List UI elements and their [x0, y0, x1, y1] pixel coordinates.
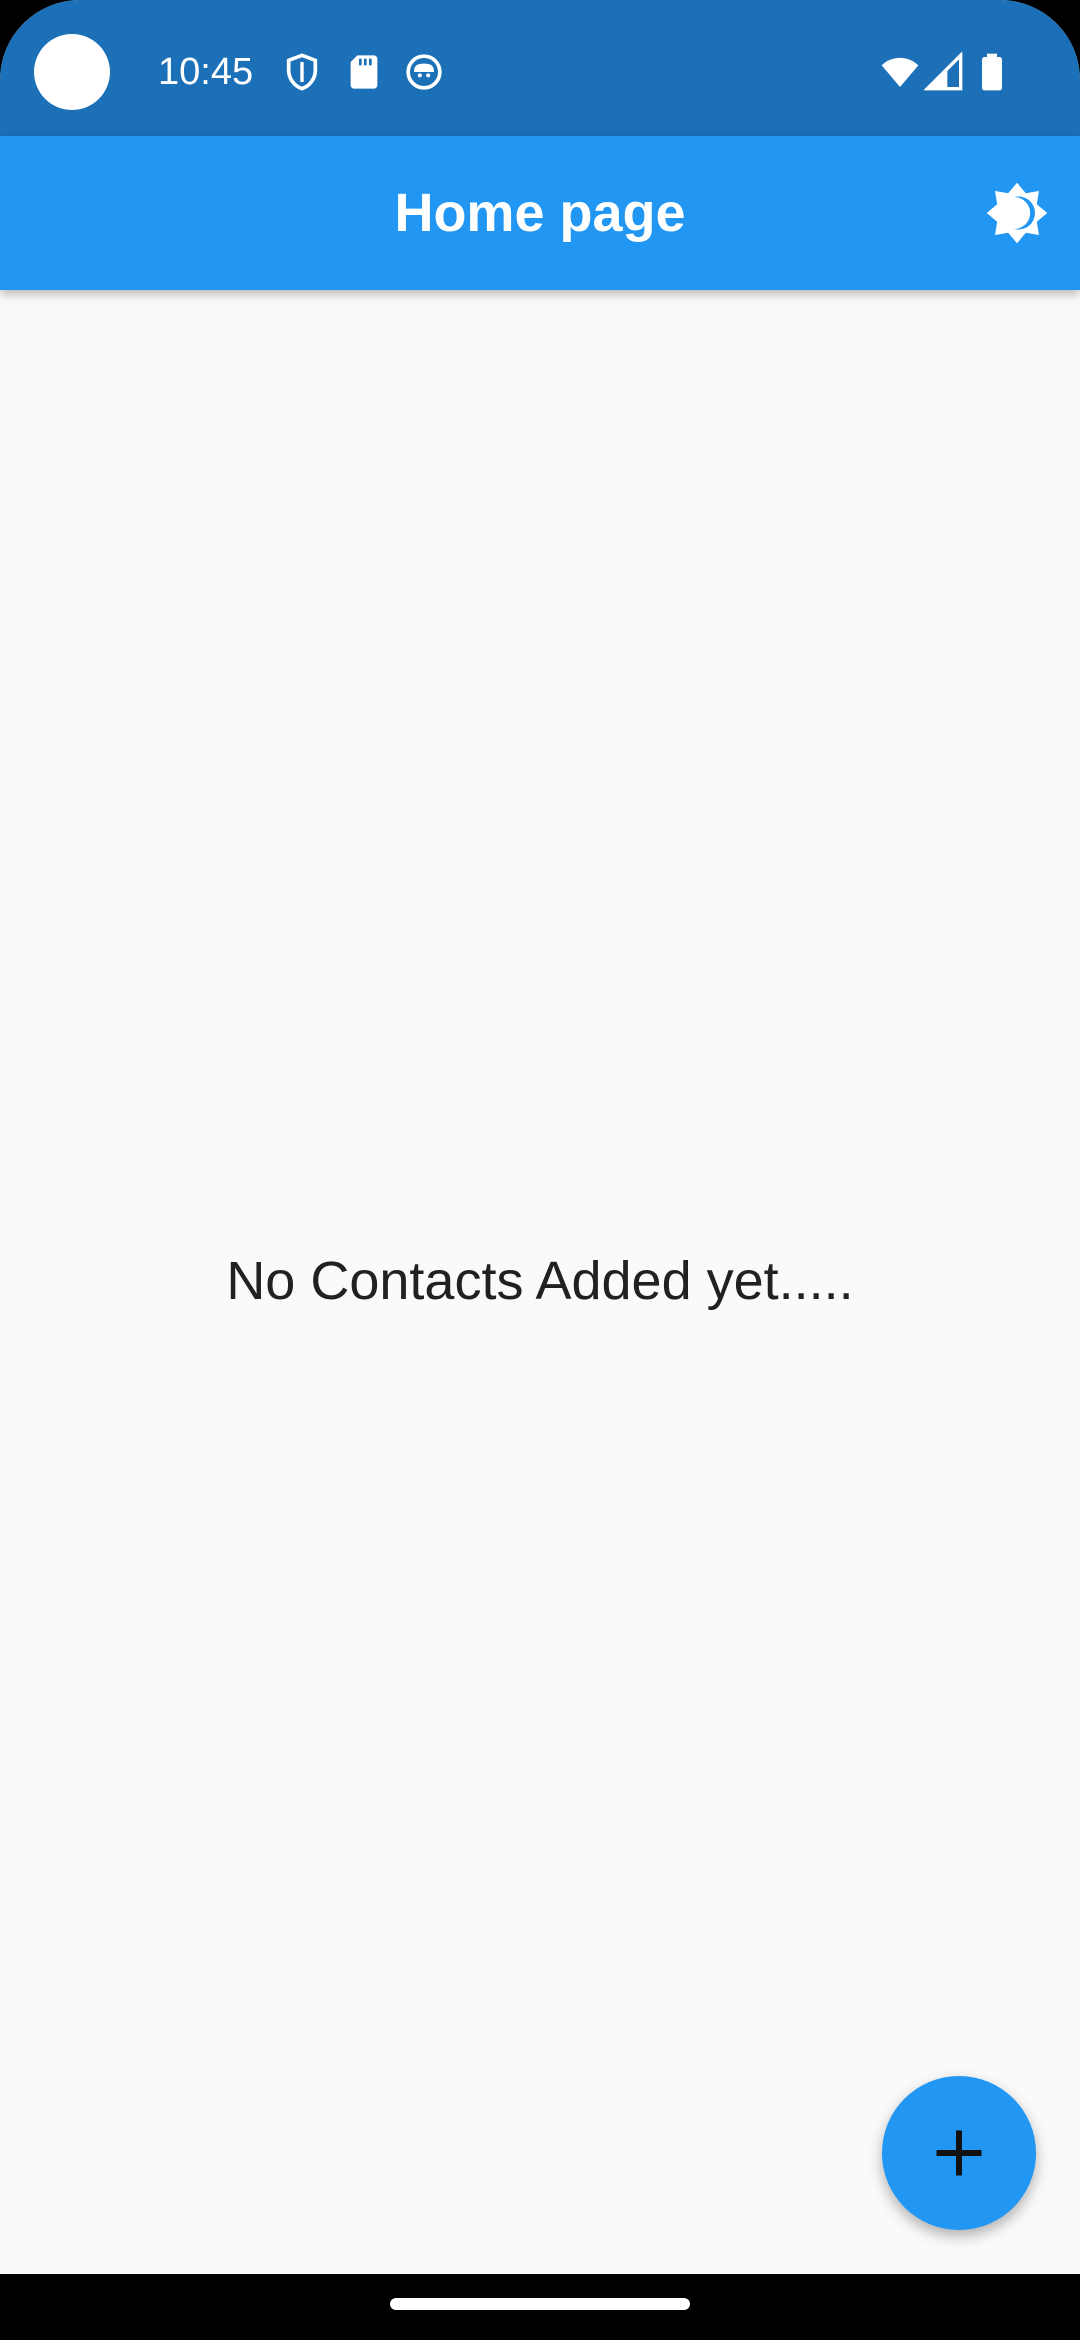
add-contact-button[interactable] — [882, 2076, 1036, 2230]
cat-face-icon — [404, 52, 444, 92]
app-screen: 10:45 Home page No Contacts Added yet...… — [0, 0, 1080, 2340]
app-bar: Home page — [0, 136, 1080, 290]
sd-card-icon — [344, 52, 384, 92]
home-gesture-handle[interactable] — [390, 2298, 690, 2310]
add-icon — [936, 2130, 982, 2176]
camera-cutout — [34, 34, 110, 110]
status-time: 10:45 — [158, 51, 254, 93]
page-title: Home page — [394, 183, 686, 243]
brightness-icon[interactable] — [984, 180, 1050, 246]
navigation-bar — [0, 2274, 1080, 2340]
status-bar: 10:45 — [0, 0, 1080, 136]
battery-icon — [972, 52, 1012, 92]
wifi-icon — [880, 52, 920, 92]
signal-icon — [924, 52, 964, 92]
empty-state-message: No Contacts Added yet..... — [226, 1251, 854, 1311]
shield-icon — [282, 52, 322, 92]
